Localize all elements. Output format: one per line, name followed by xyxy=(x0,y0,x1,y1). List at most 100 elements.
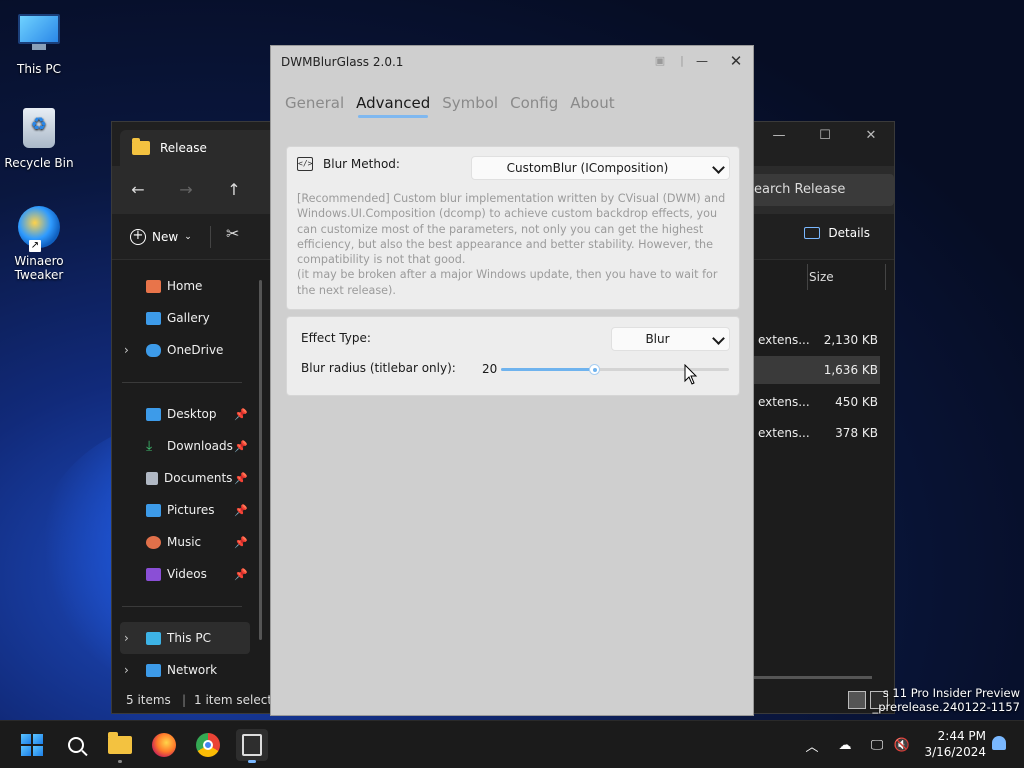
music-icon xyxy=(146,535,161,549)
mouse-cursor-icon xyxy=(684,364,698,385)
tab-config[interactable]: Config xyxy=(510,94,558,112)
divider: | xyxy=(680,54,684,67)
status-separator: | xyxy=(182,693,187,707)
file-row[interactable]: extens... 378 KB xyxy=(752,419,880,447)
effect-type-label: Effect Type: xyxy=(301,331,371,345)
desktop-icon-label: Tweaker xyxy=(14,268,64,282)
clock-time: 2:44 PM xyxy=(937,729,986,743)
sidebar-item-gallery[interactable]: Gallery xyxy=(112,302,270,334)
search-icon xyxy=(68,737,84,753)
pin-icon: 📌 xyxy=(234,567,248,581)
network-icon[interactable]: 🖵 xyxy=(866,721,888,768)
sidebar-item-documents[interactable]: Documents 📌 xyxy=(112,462,270,494)
taskbar-clock[interactable]: 2:44 PM 3/16/2024 xyxy=(924,728,986,760)
sidebar-item-pictures[interactable]: Pictures 📌 xyxy=(112,494,270,526)
folder-icon xyxy=(108,732,132,754)
sidebar-item-videos[interactable]: Videos 📌 xyxy=(112,558,270,590)
file-row-selected[interactable]: 1,636 KB xyxy=(752,356,880,384)
onedrive-offline-icon[interactable]: ☁ xyxy=(834,721,856,768)
chevron-right-icon[interactable]: › xyxy=(124,663,129,677)
taskbar-file-explorer[interactable] xyxy=(104,729,136,763)
network-icon xyxy=(146,663,161,677)
slider-fill xyxy=(501,368,595,371)
details-button[interactable]: Details xyxy=(804,226,870,240)
sidebar-item-desktop[interactable]: Desktop 📌 xyxy=(112,398,270,430)
sidebar-item-home[interactable]: Home xyxy=(112,270,270,302)
notification-bell-icon[interactable] xyxy=(992,736,1006,750)
column-header-size[interactable]: Size xyxy=(809,270,834,284)
file-size: 378 KB xyxy=(835,426,878,440)
up-arrow-icon[interactable]: ↑ xyxy=(218,176,250,204)
explorer-tab-title: Release xyxy=(160,141,207,155)
videos-icon xyxy=(146,567,161,581)
sidebar-item-onedrive[interactable]: › OneDrive xyxy=(112,334,270,366)
tab-general[interactable]: General xyxy=(285,94,344,112)
back-arrow-icon[interactable]: ← xyxy=(122,176,154,204)
desktop-icon-winaero-tweaker[interactable]: ↗ Winaero Tweaker xyxy=(0,206,78,282)
taskbar-dwmblurglass[interactable] xyxy=(236,729,268,763)
tab-bar: General Advanced Symbol Config About xyxy=(285,94,615,118)
new-button[interactable]: + New ⌄ xyxy=(130,224,192,250)
sidebar-item-label: Videos xyxy=(167,567,207,581)
minimize-button[interactable]: — xyxy=(756,122,802,150)
divider xyxy=(807,264,808,290)
close-button[interactable]: ✕ xyxy=(848,122,894,150)
horizontal-scrollbar[interactable] xyxy=(752,676,872,679)
watermark-line1: s 11 Pro Insider Preview xyxy=(882,686,1020,700)
code-icon: </> xyxy=(297,157,313,171)
file-row[interactable]: extens... 450 KB xyxy=(752,388,880,416)
taskbar-firefox[interactable] xyxy=(148,729,180,761)
close-button[interactable]: ✕ xyxy=(725,50,747,72)
winaero-tweaker-icon: ↗ xyxy=(17,206,61,252)
slider-thumb[interactable] xyxy=(589,364,601,375)
file-row[interactable]: extens... 2,130 KB xyxy=(752,326,880,354)
pin-icon: 📌 xyxy=(234,439,248,453)
save-icon[interactable]: ▣ xyxy=(649,50,671,72)
file-size: 450 KB xyxy=(835,395,878,409)
tab-advanced[interactable]: Advanced xyxy=(356,94,430,118)
sidebar-item-network[interactable]: › Network xyxy=(112,654,270,686)
maximize-button[interactable]: ☐ xyxy=(802,122,848,150)
sidebar-item-downloads[interactable]: ⤓ Downloads 📌 xyxy=(112,430,270,462)
file-type: extens... xyxy=(758,333,810,347)
chevron-right-icon[interactable]: › xyxy=(124,631,129,645)
search-button[interactable] xyxy=(60,729,92,761)
file-size: 1,636 KB xyxy=(823,363,878,377)
tab-about[interactable]: About xyxy=(570,94,614,112)
sidebar-item-music[interactable]: Music 📌 xyxy=(112,526,270,558)
volume-muted-icon[interactable]: 🔇 xyxy=(892,721,912,768)
item-count: 5 items xyxy=(126,693,171,707)
sidebar-item-this-pc[interactable]: › This PC xyxy=(120,622,250,654)
sidebar-item-label: Documents xyxy=(164,471,233,485)
chevron-down-icon xyxy=(712,332,725,345)
forward-arrow-icon[interactable]: → xyxy=(170,176,202,204)
explorer-tab[interactable]: Release xyxy=(120,130,278,166)
chevron-right-icon[interactable]: › xyxy=(124,343,129,357)
sidebar-item-label: Home xyxy=(167,279,203,293)
show-hidden-icons-chevron-up-icon[interactable]: ︿ xyxy=(802,721,822,768)
minimize-button[interactable]: — xyxy=(691,50,713,72)
file-type: extens... xyxy=(758,426,810,440)
effect-type-dropdown[interactable]: Blur xyxy=(611,327,730,351)
desktop-icon-this-pc[interactable]: This PC xyxy=(0,8,78,76)
file-type: extens... xyxy=(758,395,810,409)
blur-radius-label: Blur radius (titlebar only): xyxy=(301,361,456,375)
sidebar-scrollbar[interactable] xyxy=(259,280,262,640)
dwmblurglass-app-icon xyxy=(242,734,262,756)
pin-icon: 📌 xyxy=(234,471,248,485)
desktop-icon-label: This PC xyxy=(17,62,61,76)
desktop-icon-recycle-bin[interactable]: Recycle Bin xyxy=(0,106,78,170)
pin-icon: 📌 xyxy=(234,535,248,549)
details-view-icon[interactable] xyxy=(848,691,866,709)
blur-method-dropdown[interactable]: CustomBlur (IComposition) xyxy=(471,156,730,180)
cut-icon[interactable]: ✂ xyxy=(226,224,239,243)
folder-icon xyxy=(132,138,150,155)
column-header-row: Size xyxy=(752,264,894,290)
chrome-icon xyxy=(196,733,220,757)
tab-symbol[interactable]: Symbol xyxy=(442,94,498,112)
desktop-icon-label: Recycle Bin xyxy=(4,156,74,170)
computer-icon xyxy=(146,631,161,645)
sidebar-item-label: This PC xyxy=(167,631,211,645)
start-button[interactable] xyxy=(16,729,48,761)
taskbar-chrome[interactable] xyxy=(192,729,224,761)
